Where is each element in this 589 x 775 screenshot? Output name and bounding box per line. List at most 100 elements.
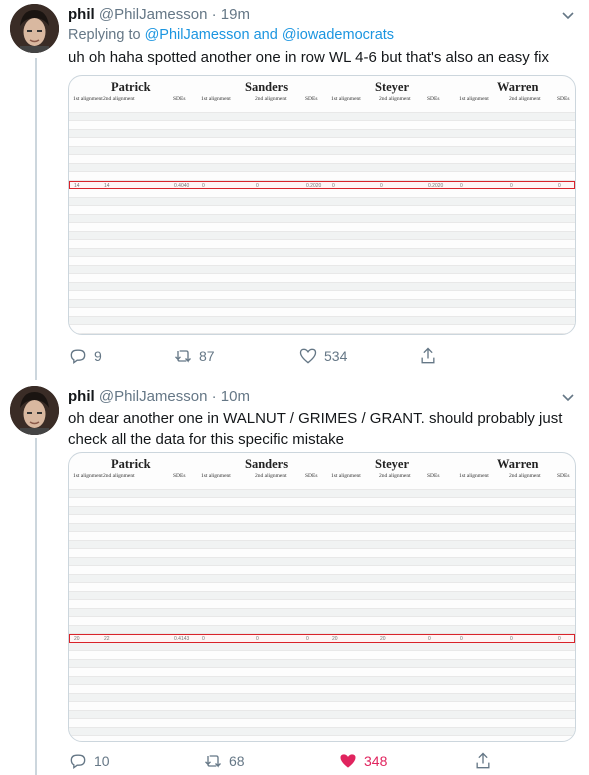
table-row: [69, 223, 575, 232]
cell: 22: [104, 636, 110, 642]
table-row: [69, 617, 575, 626]
table-row: [69, 189, 575, 198]
cell: 20: [332, 636, 338, 642]
column-header: 2nd alignment: [379, 473, 411, 479]
table-row: [69, 693, 575, 702]
retweet-count: 68: [229, 753, 245, 769]
timestamp[interactable]: 19m: [221, 6, 250, 23]
separator-dot: ·: [211, 6, 217, 23]
table-row: [69, 240, 575, 249]
column-header: 1st alignment: [459, 473, 489, 479]
sheet-rows: 14 14 0.4040 0 0 0.2020 0 0 0.2020 0 0 0: [69, 104, 575, 334]
retweet-icon: [175, 350, 191, 363]
table-row: [69, 676, 575, 685]
like-button[interactable]: 534: [298, 346, 347, 366]
sheet-rows: 20 22 0.4143 0 0 0 20 20 0 0 0 0: [69, 481, 575, 736]
column-header: 1st alignment: [73, 96, 103, 102]
share-button[interactable]: [418, 346, 438, 366]
like-button[interactable]: 348: [338, 751, 387, 771]
cell: 0.4143: [174, 636, 190, 642]
column-header: 2nd alignment: [255, 96, 287, 102]
table-row: [69, 710, 575, 719]
table-row: [69, 515, 575, 524]
cell: 0: [460, 636, 463, 642]
candidate-name: Steyer: [375, 80, 410, 94]
cell: 0.2020: [306, 182, 322, 189]
table-row: [69, 600, 575, 609]
mention-link[interactable]: @PhilJamesson: [145, 27, 250, 43]
table-row: [69, 248, 575, 257]
table-row: [69, 523, 575, 532]
tweet-actions: 9 87 534: [68, 346, 498, 368]
tweet-1[interactable]: phil @PhilJamesson · 19m Replying to @Ph…: [0, 0, 589, 376]
table-row: [69, 642, 575, 651]
avatar[interactable]: [10, 386, 59, 435]
reply-button[interactable]: 10: [68, 751, 110, 771]
column-header: 2nd alignment: [103, 96, 135, 102]
share-icon: [476, 752, 490, 769]
column-header: 1st alignment: [201, 96, 231, 102]
table-row: [69, 121, 575, 130]
caret-down-icon[interactable]: [559, 6, 577, 24]
cell: 0: [332, 182, 335, 189]
column-header: 1st alignment: [459, 96, 489, 102]
cell: 20: [380, 636, 386, 642]
table-row: [69, 308, 575, 317]
column-header: SDEs: [173, 473, 186, 479]
like-count: 534: [324, 348, 348, 364]
table-row: [69, 625, 575, 634]
reply-icon: [70, 349, 86, 364]
table-row: [69, 325, 575, 334]
column-header: SDEs: [173, 96, 186, 102]
table-row: [69, 481, 575, 490]
candidate-name: Patrick: [111, 457, 151, 471]
table-row: [69, 214, 575, 223]
handle[interactable]: @PhilJamesson: [99, 6, 208, 23]
reply-count: 9: [94, 348, 102, 364]
like-count: 348: [364, 753, 388, 769]
table-row: [69, 574, 575, 583]
table-row: [69, 651, 575, 660]
spreadsheet-image[interactable]: Patrick Sanders Steyer Warren 1st alignment 2…: [68, 452, 576, 742]
replying-prefix: Replying to: [68, 27, 141, 43]
cell: 0.4040: [174, 182, 190, 189]
tweet-2[interactable]: phil @PhilJamesson · 10m oh dear another…: [0, 380, 589, 775]
column-header: 1st alignment: [201, 473, 231, 479]
like-icon: [340, 754, 356, 768]
table-row: [69, 257, 575, 266]
spreadsheet-image[interactable]: Patrick Sanders Steyer Warren 1st alignment 2…: [68, 75, 576, 335]
cell: 20: [74, 636, 80, 642]
column-header: SDEs: [427, 473, 440, 479]
table-row: [69, 498, 575, 507]
table-row: [69, 274, 575, 283]
display-name[interactable]: phil: [68, 6, 95, 23]
cell: 0: [558, 182, 561, 189]
column-header: SDEs: [305, 473, 318, 479]
cell: 14: [74, 182, 80, 189]
share-button[interactable]: [473, 751, 493, 771]
table-row: [69, 608, 575, 617]
display-name[interactable]: phil: [68, 388, 95, 405]
retweet-button[interactable]: 87: [173, 346, 215, 366]
timestamp[interactable]: 10m: [221, 388, 250, 405]
column-header: SDEs: [557, 473, 570, 479]
tweet-text: oh dear another one in WALNUT / GRIMES /…: [68, 410, 563, 448]
retweet-icon: [205, 755, 221, 768]
column-header: SDEs: [427, 96, 440, 102]
table-row: [69, 702, 575, 711]
mention-link[interactable]: @iowademocrats: [282, 27, 394, 43]
handle[interactable]: @PhilJamesson: [99, 388, 208, 405]
table-row: [69, 231, 575, 240]
table-row: [69, 685, 575, 694]
candidate-name: Sanders: [245, 457, 289, 471]
highlighted-row: 14 14 0.4040 0 0 0.2020 0 0 0.2020 0 0 0: [69, 180, 575, 189]
table-row: [69, 299, 575, 308]
table-row: [69, 138, 575, 147]
column-header: 1st alignment: [331, 473, 361, 479]
avatar[interactable]: [10, 4, 59, 53]
caret-down-icon[interactable]: [559, 388, 577, 406]
retweet-button[interactable]: 68: [203, 751, 245, 771]
table-row: [69, 291, 575, 300]
reply-button[interactable]: 9: [68, 346, 102, 366]
table-row: [69, 112, 575, 121]
